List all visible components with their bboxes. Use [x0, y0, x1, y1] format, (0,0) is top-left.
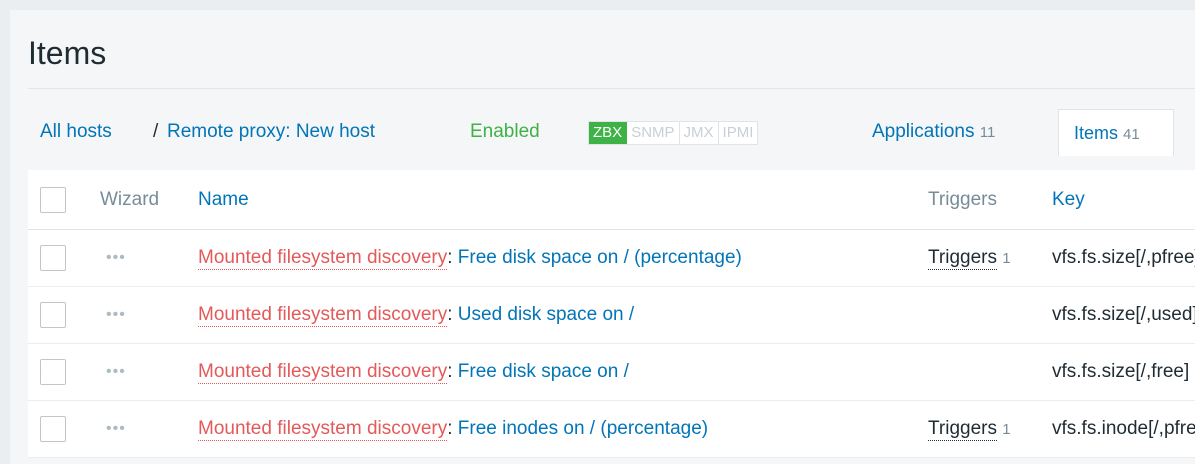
zbx-availability-badge: ZBX [589, 122, 628, 144]
column-triggers: Triggers [928, 188, 997, 210]
item-key: vfs.fs.size[/,pfree] [1052, 247, 1195, 268]
availability-indicators: ZBX SNMP JMX IPMI [588, 121, 759, 145]
items-tab[interactable]: Items 41 [1058, 109, 1174, 156]
page-content: Items All hosts / Remote proxy: New host… [10, 10, 1195, 464]
row-checkbox[interactable] [40, 302, 66, 328]
page-title: Items [28, 35, 107, 71]
name-separator: : [447, 418, 453, 439]
item-name-link[interactable]: Free disk space on / (percentage) [458, 247, 742, 269]
table-row: ••• Mounted filesystem discovery: Used d… [28, 287, 1195, 344]
title-divider [28, 88, 1195, 89]
wizard-menu-icon[interactable]: ••• [106, 401, 126, 457]
items-table: Wizard Name Triggers Key ••• Mounted fil… [28, 170, 1195, 458]
item-name-link[interactable]: Free inodes on / (percentage) [458, 418, 708, 440]
triggers-count: 1 [1002, 249, 1011, 267]
discovery-rule-link[interactable]: Mounted filesystem discovery [198, 247, 448, 270]
all-hosts-link[interactable]: All hosts [40, 121, 112, 143]
discovery-rule-link[interactable]: Mounted filesystem discovery [198, 418, 448, 441]
table-row: ••• Mounted filesystem discovery: Free d… [28, 230, 1195, 287]
wizard-menu-icon[interactable]: ••• [106, 287, 126, 343]
host-link[interactable]: Remote proxy: New host [167, 121, 375, 143]
row-checkbox[interactable] [40, 245, 66, 271]
applications-tab[interactable]: Applications 11 [872, 121, 995, 144]
triggers-link[interactable]: Triggers [928, 418, 997, 441]
item-name-link[interactable]: Free disk space on / [458, 361, 629, 383]
triggers-count: 1 [1002, 420, 1011, 438]
discovery-rule-link[interactable]: Mounted filesystem discovery [198, 304, 448, 327]
wizard-menu-icon[interactable]: ••• [106, 344, 126, 400]
table-row: ••• Mounted filesystem discovery: Free i… [28, 401, 1195, 458]
host-navigation: All hosts / Remote proxy: New host Enabl… [10, 107, 1195, 156]
column-name-sort[interactable]: Name [198, 170, 249, 229]
triggers-link[interactable]: Triggers [928, 247, 997, 270]
table-row: ••• Mounted filesystem discovery: Free d… [28, 344, 1195, 401]
item-key: vfs.fs.size[/,used] [1052, 304, 1195, 325]
applications-label: Applications [872, 121, 975, 142]
row-checkbox[interactable] [40, 359, 66, 385]
ipmi-availability-badge: IPMI [722, 124, 754, 141]
jmx-availability-badge: JMX [680, 122, 719, 144]
select-all-checkbox[interactable] [40, 186, 66, 213]
name-separator: : [447, 247, 453, 268]
breadcrumb-separator: / [153, 121, 159, 142]
item-key: vfs.fs.size[/,free] [1052, 361, 1190, 382]
table-header: Wizard Name Triggers Key [28, 170, 1195, 230]
row-checkbox[interactable] [40, 416, 66, 442]
name-separator: : [447, 361, 453, 382]
snmp-availability-badge: SNMP [627, 122, 680, 144]
name-separator: : [447, 304, 453, 325]
items-count: 41 [1123, 126, 1140, 143]
item-key: vfs.fs.inode[/,pfree] [1052, 418, 1195, 439]
applications-count: 11 [979, 124, 996, 141]
column-key-sort[interactable]: Key [1052, 170, 1085, 229]
column-wizard: Wizard [100, 188, 160, 210]
item-name-link[interactable]: Used disk space on / [458, 304, 634, 326]
wizard-menu-icon[interactable]: ••• [106, 230, 126, 286]
items-tab-text: Items 41 [1074, 122, 1140, 146]
status-enabled[interactable]: Enabled [470, 121, 540, 143]
items-label: Items [1074, 123, 1119, 143]
discovery-rule-link[interactable]: Mounted filesystem discovery [198, 361, 448, 384]
